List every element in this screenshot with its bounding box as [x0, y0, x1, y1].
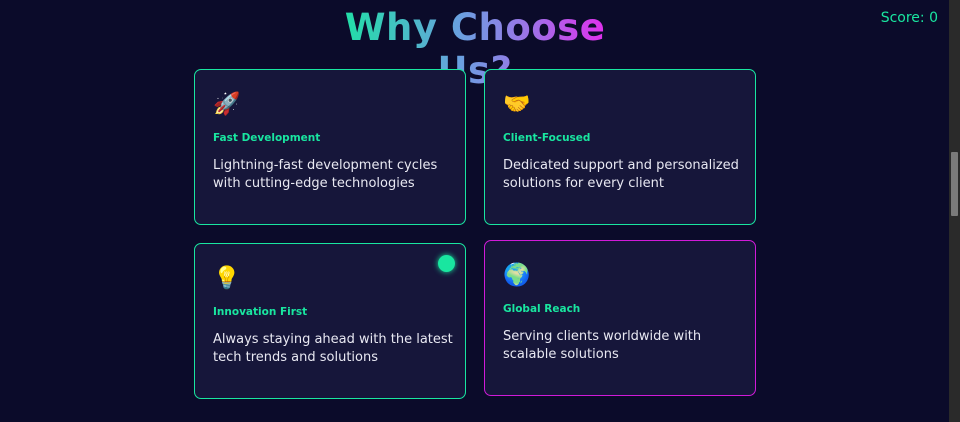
feature-card-description: Lightning-fast development cycles with c…	[213, 158, 438, 191]
feature-card-fast-development[interactable]: 🚀 Fast Development Lightning-fast develo…	[194, 69, 466, 225]
feature-card-client-focused[interactable]: 🤝 Client-Focused Dedicated support and p…	[484, 69, 756, 225]
section-title-wrap: Why Choose Us?	[330, 6, 620, 92]
feature-card-global-reach[interactable]: 🌍 Global Reach Serving clients worldwide…	[484, 240, 756, 396]
lightbulb-icon: 💡	[213, 266, 241, 291]
scrollbar[interactable]	[949, 0, 960, 422]
feature-card-title: Innovation First	[213, 306, 308, 318]
feature-card-description: Dedicated support and personalized solut…	[503, 158, 739, 191]
feature-card-description: Serving clients worldwide with scalable …	[503, 329, 702, 362]
globe-icon: 🌍	[503, 263, 531, 288]
feature-card-title: Client-Focused	[503, 132, 591, 144]
feature-card-description: Always staying ahead with the latest tec…	[213, 332, 453, 365]
feature-card-title: Fast Development	[213, 132, 321, 144]
feature-card-title: Global Reach	[503, 303, 581, 315]
page: Why Choose Us? Score: 0 🚀 Fast Developme…	[0, 0, 960, 422]
feature-card-innovation-first[interactable]: 💡 Innovation First Always staying ahead …	[194, 243, 466, 399]
target-dot[interactable]	[438, 255, 455, 272]
scrollbar-thumb[interactable]	[951, 152, 958, 216]
score-display: Score: 0	[880, 10, 938, 26]
rocket-icon: 🚀	[213, 92, 241, 117]
handshake-icon: 🤝	[503, 92, 531, 117]
